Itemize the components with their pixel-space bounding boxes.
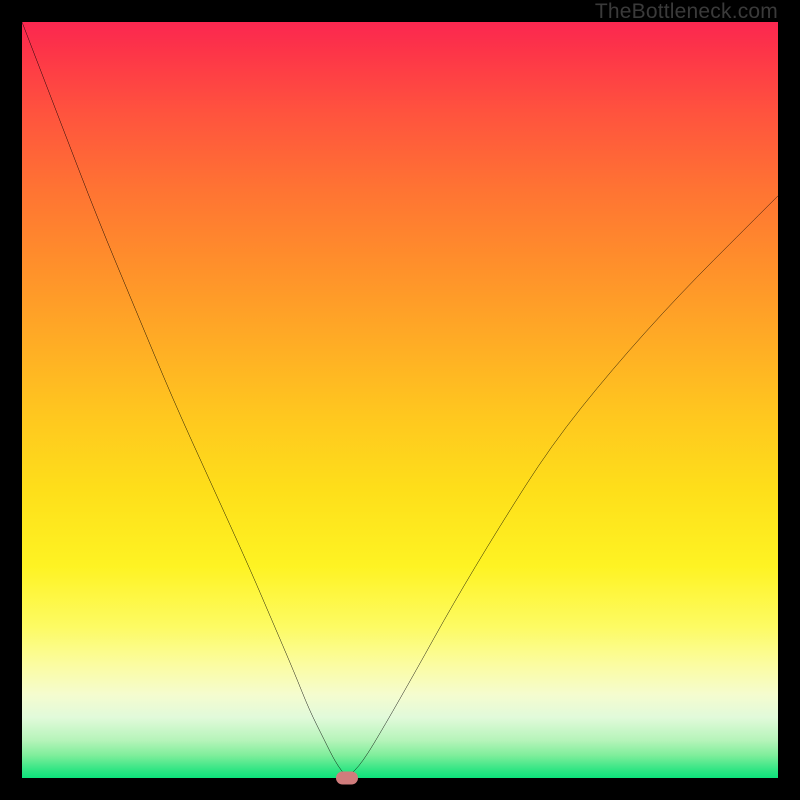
plot-area bbox=[22, 22, 778, 778]
chart-outer-frame: TheBottleneck.com bbox=[0, 0, 800, 800]
optimum-marker bbox=[336, 772, 358, 785]
bottleneck-curve bbox=[22, 22, 778, 778]
watermark-text: TheBottleneck.com bbox=[595, 0, 778, 24]
